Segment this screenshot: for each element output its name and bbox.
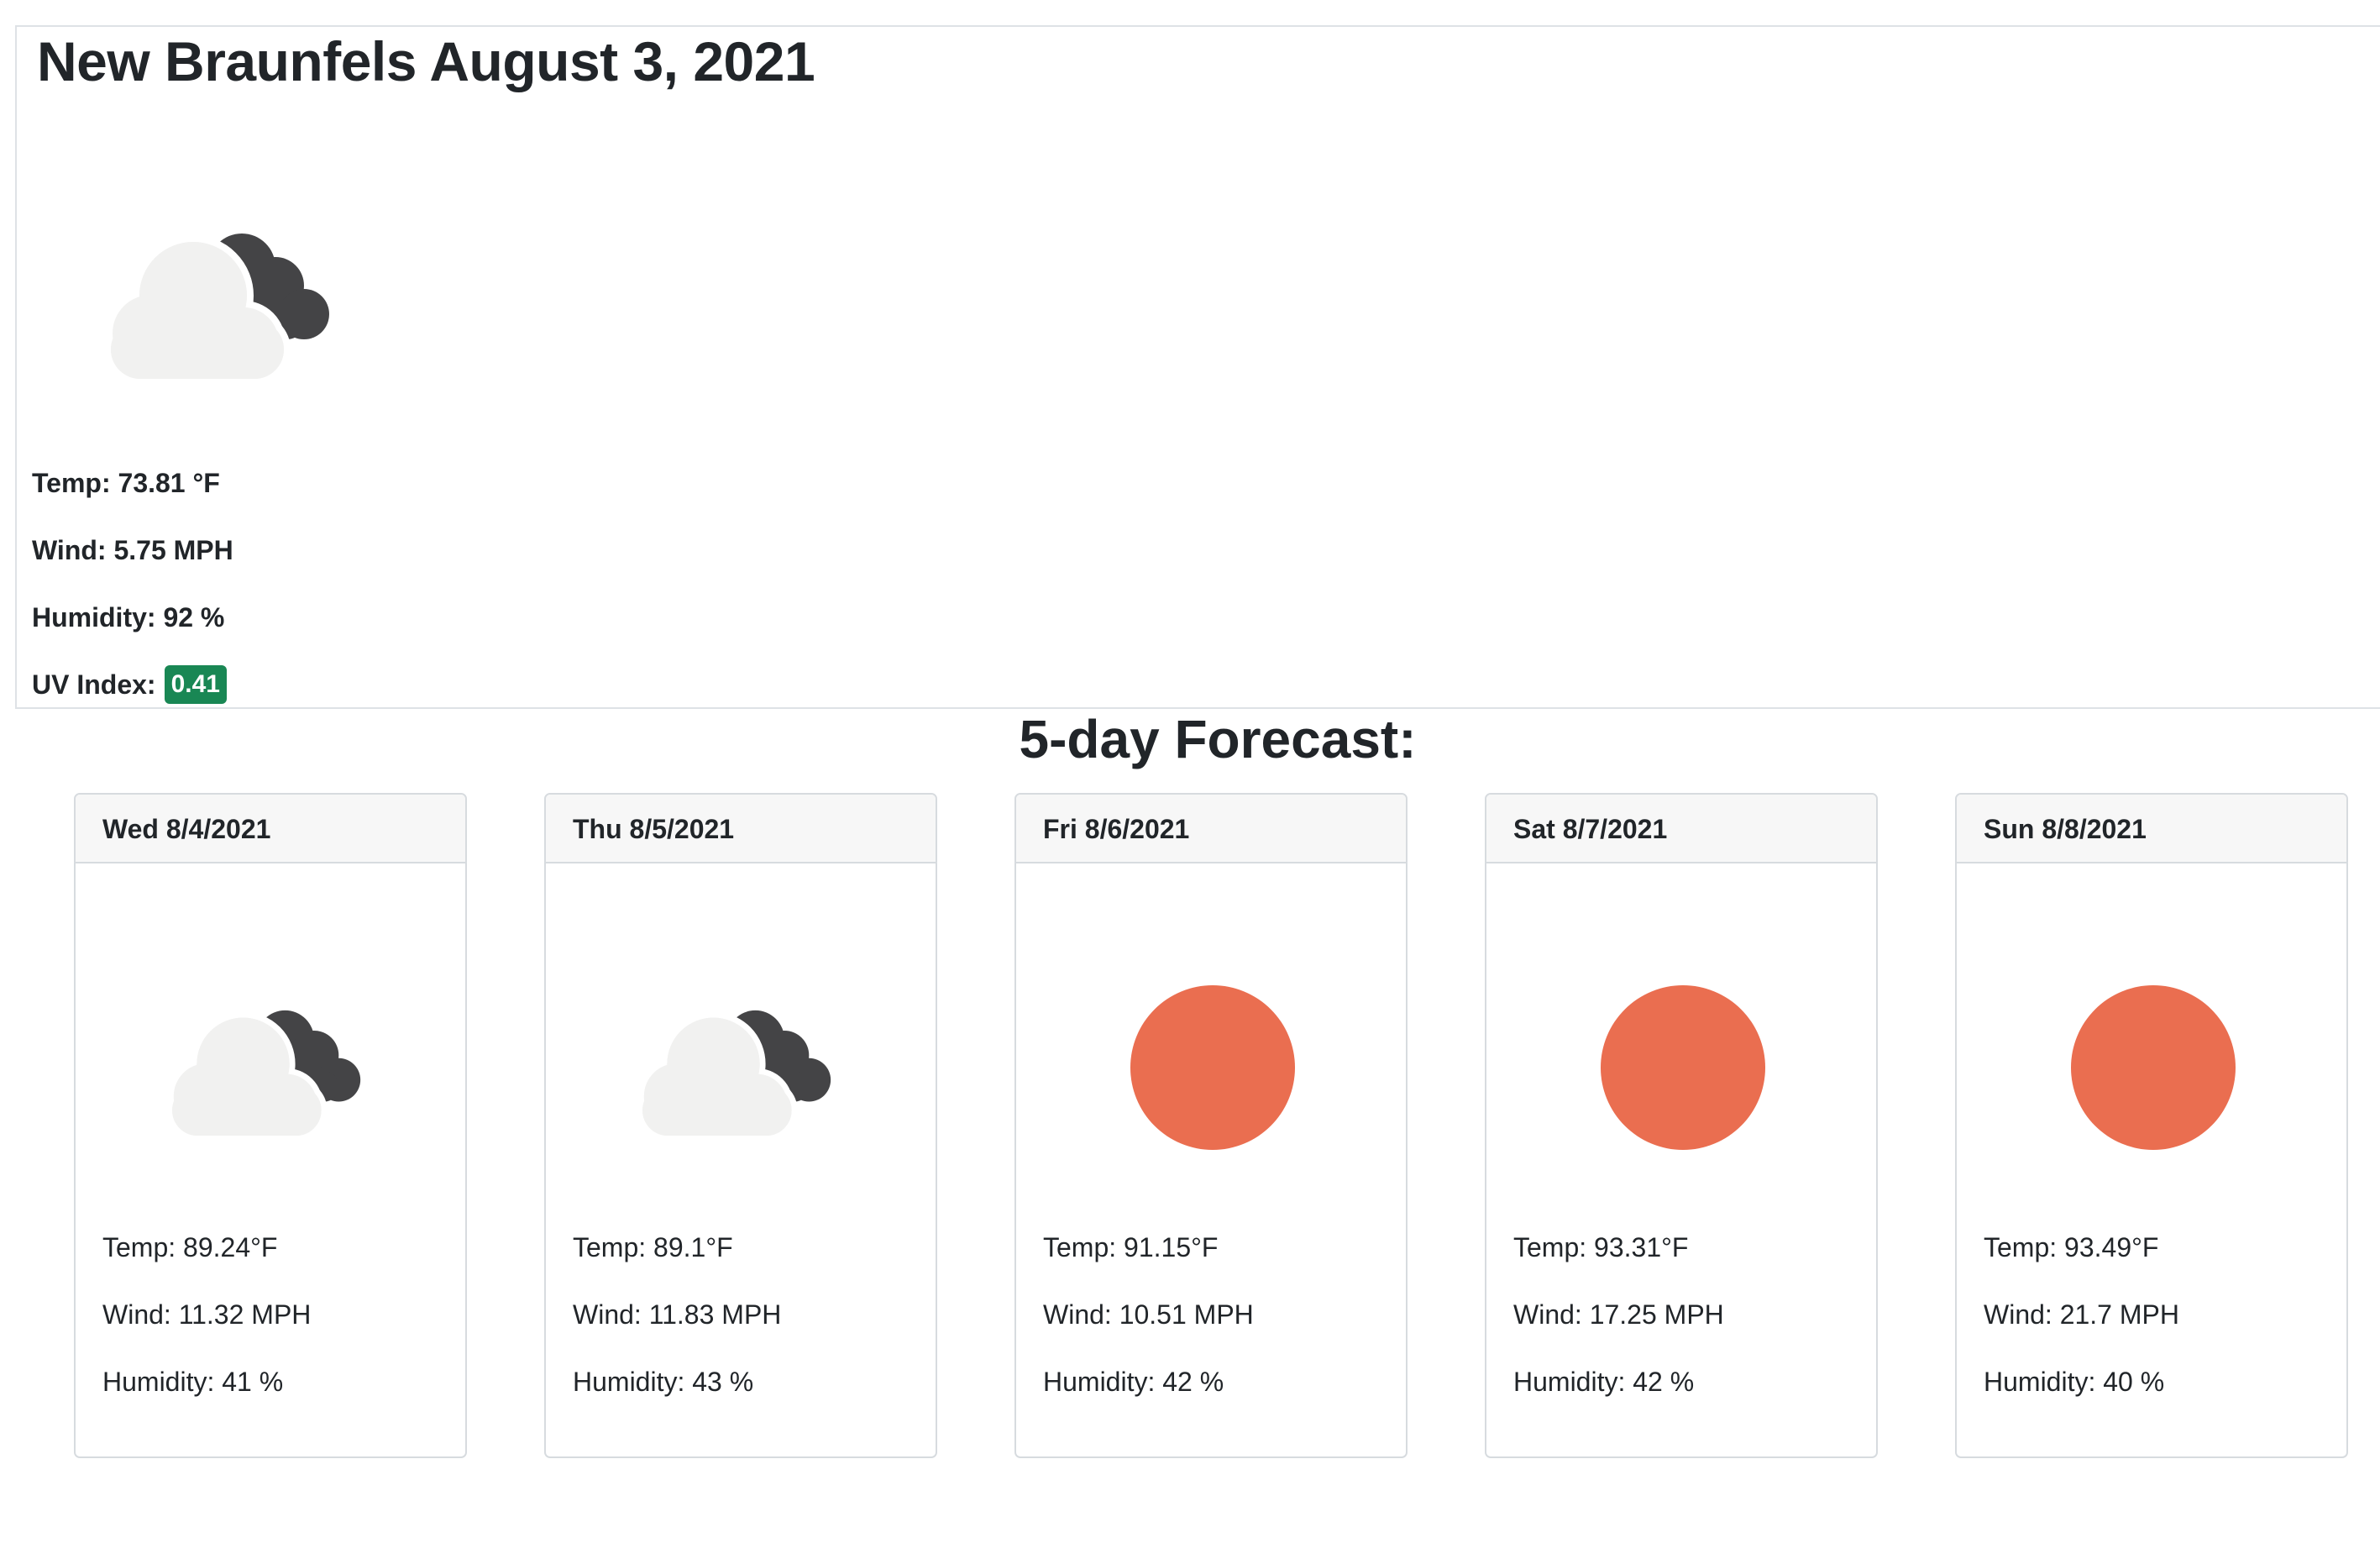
forecast-wind: Wind: 21.7 MPH xyxy=(1984,1299,2179,1330)
cloudy-night-icon xyxy=(166,1010,361,1142)
forecast-wind: Wind: 10.51 MPH xyxy=(1043,1299,1254,1330)
forecast-card: Sun 8/8/2021 Temp: 93.49°F Wind: 21.7 MP… xyxy=(1955,793,2348,1458)
forecast-temp: Temp: 91.15°F xyxy=(1043,1232,1219,1262)
forecast-card: Fri 8/6/2021 Temp: 91.15°F Wind: 10.51 M… xyxy=(1014,793,1408,1458)
forecast-humidity: Humidity: 43 % xyxy=(573,1367,754,1397)
forecast-card: Thu 8/5/2021 Temp: 89.1°F Wind: 11.83 MP… xyxy=(544,793,937,1458)
forecast-cards: Wed 8/4/2021 Temp: 89.24°F Wind: 11.32 M… xyxy=(74,793,2350,1458)
uv-label: UV Index: xyxy=(32,669,156,700)
forecast-heading: 5-day Forecast: xyxy=(1019,709,1417,769)
forecast-temp: Temp: 89.1°F xyxy=(573,1232,733,1262)
current-humidity: Humidity: 92 % xyxy=(32,602,225,632)
current-temp: Temp: 73.81 °F xyxy=(32,468,220,498)
forecast-temp: Temp: 93.31°F xyxy=(1513,1232,1689,1262)
current-weather-panel: New Braunfels August 3, 2021 Temp: 73.81… xyxy=(15,25,2380,709)
forecast-card-date: Thu 8/5/2021 xyxy=(546,795,936,863)
sun-icon xyxy=(1130,985,1295,1150)
sun-icon xyxy=(2071,985,2236,1150)
forecast-humidity: Humidity: 41 % xyxy=(102,1367,284,1397)
forecast-card-date: Fri 8/6/2021 xyxy=(1016,795,1406,863)
forecast-humidity: Humidity: 40 % xyxy=(1984,1367,2165,1397)
cloudy-night-icon xyxy=(637,1010,831,1142)
current-uv: UV Index: 0.41 xyxy=(32,665,227,704)
forecast-wind: Wind: 11.32 MPH xyxy=(102,1299,312,1330)
forecast-wind: Wind: 17.25 MPH xyxy=(1513,1299,1724,1330)
forecast-card-date: Sun 8/8/2021 xyxy=(1957,795,2346,863)
forecast-card: Sat 8/7/2021 Temp: 93.31°F Wind: 17.25 M… xyxy=(1485,793,1878,1458)
forecast-temp: Temp: 89.24°F xyxy=(102,1232,278,1262)
uv-index-badge: 0.41 xyxy=(164,665,227,704)
cloudy-night-icon xyxy=(104,234,329,386)
sun-icon xyxy=(1601,985,1765,1150)
forecast-card-date: Sat 8/7/2021 xyxy=(1486,795,1876,863)
forecast-humidity: Humidity: 42 % xyxy=(1043,1367,1224,1397)
current-city-date-title: New Braunfels August 3, 2021 xyxy=(37,30,815,92)
forecast-humidity: Humidity: 42 % xyxy=(1513,1367,1695,1397)
forecast-card: Wed 8/4/2021 Temp: 89.24°F Wind: 11.32 M… xyxy=(74,793,467,1458)
forecast-card-date: Wed 8/4/2021 xyxy=(76,795,465,863)
forecast-temp: Temp: 93.49°F xyxy=(1984,1232,2159,1262)
forecast-wind: Wind: 11.83 MPH xyxy=(573,1299,782,1330)
current-wind: Wind: 5.75 MPH xyxy=(32,535,233,565)
